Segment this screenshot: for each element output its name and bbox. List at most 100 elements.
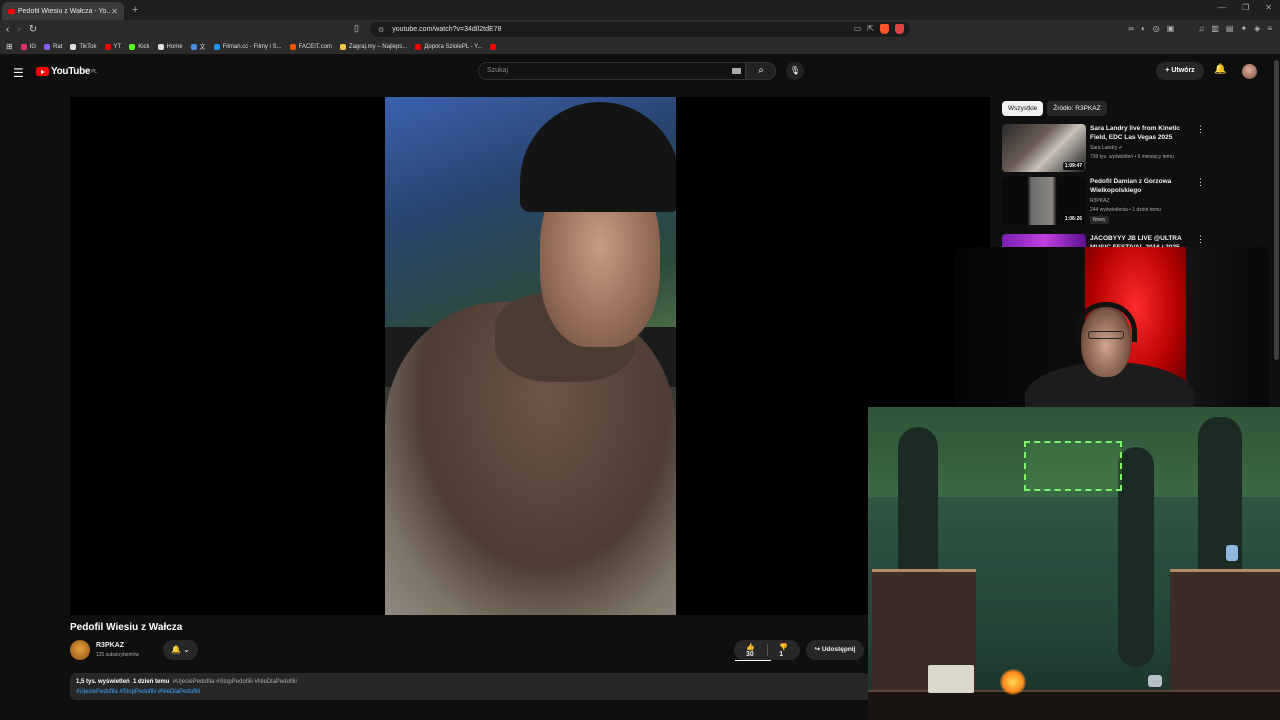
search-input[interactable]: Szukaj xyxy=(478,62,746,80)
green-selection-box xyxy=(1024,441,1122,491)
subscriber-count: 125 subskrybentów xyxy=(96,652,140,658)
mic-icon: 🎙 xyxy=(789,66,801,75)
tree-trunk xyxy=(1118,447,1154,667)
description-hashtags[interactable]: #UjeciePedofila #StopPedofilii #NieDlaPe… xyxy=(76,687,864,697)
video-frame xyxy=(385,97,676,615)
campfire xyxy=(1000,669,1026,695)
menu-icon[interactable]: ☰ xyxy=(13,66,24,80)
chip-source[interactable]: Źródło: R3PKAZ xyxy=(1047,101,1107,116)
forward-icon[interactable]: › xyxy=(17,24,20,35)
recommended-item[interactable]: 1:06:26 Pedofil Damian z Gorzowa Wielkop… xyxy=(1002,177,1272,225)
translate-icon[interactable]: ◐ xyxy=(1141,24,1146,33)
notification-button[interactable]: 🔔 ⌄ xyxy=(163,640,198,660)
bookmark-item[interactable]: Home xyxy=(157,43,183,50)
bookmark-item[interactable]: Zagraj.my – Najleps... xyxy=(339,43,407,50)
bookmark-favicon-icon xyxy=(213,43,220,50)
recommended-channel: Sara Landry ✔ xyxy=(1090,145,1123,151)
search-icon: ⌕ xyxy=(758,65,764,76)
maximize-icon[interactable]: ❐ xyxy=(1242,3,1249,12)
recommended-item[interactable]: 1:09:47 Sara Landry live from Kinetic Fi… xyxy=(1002,124,1272,172)
channel-name[interactable]: R3PKAZ xyxy=(96,642,124,649)
leo-icon[interactable]: ✦ xyxy=(1240,24,1247,33)
chip-all[interactable]: Wszystkie xyxy=(1002,101,1044,116)
browser-menu-icon[interactable]: ≡ xyxy=(1267,24,1272,33)
recommended-thumbnail[interactable]: 1:09:47 xyxy=(1002,124,1086,172)
channel-avatar[interactable] xyxy=(70,640,90,660)
extension-icon[interactable]: ∞ xyxy=(1128,24,1134,33)
close-window-icon[interactable]: ✕ xyxy=(1265,3,1272,12)
recommended-thumbnail[interactable]: 1:06:26 xyxy=(1002,177,1086,225)
music-icon[interactable]: ♫ xyxy=(1198,24,1204,33)
bookmark-favicon-icon xyxy=(129,43,136,50)
wallet-icon[interactable]: ▤ xyxy=(1226,24,1234,33)
like-underline xyxy=(735,660,771,661)
back-icon[interactable]: ‹ xyxy=(6,24,9,35)
share-button[interactable]: ↪ Udostępnij xyxy=(806,640,864,660)
search-button[interactable]: ⌕ xyxy=(746,62,776,80)
tab-bar: Pedofil Wiesiu z Wałcza - Yo... ✕ + — ❐ … xyxy=(0,0,1280,20)
verified-icon: ✔ xyxy=(1118,145,1123,151)
recommended-title[interactable]: Pedofil Damian z Gorzowa Wielkopolskiego xyxy=(1090,177,1190,195)
player-character xyxy=(1226,545,1238,561)
duration-badge: 1:09:47 xyxy=(1062,162,1084,170)
keyboard-icon[interactable] xyxy=(732,68,741,74)
bookmark-item[interactable]: FACEIT.com xyxy=(289,43,332,50)
minimize-icon[interactable]: — xyxy=(1218,3,1226,12)
cast-icon[interactable]: ▭ xyxy=(854,24,862,34)
apps-grid-icon[interactable]: ⊞ xyxy=(6,42,13,51)
voice-search-button[interactable]: 🎙 xyxy=(786,62,804,80)
sidebar-icon[interactable]: ▥ xyxy=(1211,24,1219,33)
bookmark-icon[interactable]: ▯ xyxy=(354,23,359,34)
chat-icon[interactable]: ◎ xyxy=(1153,24,1160,33)
bookmark-favicon-icon xyxy=(104,43,111,50)
youtube-logo[interactable]: YouTube PL xyxy=(36,66,97,77)
reload-icon[interactable]: ↻ xyxy=(29,24,37,35)
search-placeholder: Szukaj xyxy=(487,67,509,74)
vpn-icon[interactable]: ◈ xyxy=(1254,24,1260,33)
bell-icon[interactable]: 🔔 xyxy=(1214,64,1226,75)
omnibox-icons: ▭ ⇱ xyxy=(854,24,904,34)
bookmark-item[interactable]: IG xyxy=(20,43,36,50)
dislike-count: 1 xyxy=(779,650,784,658)
recommended-thumbnail[interactable] xyxy=(1002,234,1086,247)
bell-icon: 🔔 xyxy=(171,645,182,654)
site-info-icon[interactable]: ⚙ xyxy=(378,26,384,34)
description-hashtags-header: #UjeciePedofila #StopPedofilii #NieDlaPe… xyxy=(172,679,297,685)
share-page-icon[interactable]: ⇱ xyxy=(867,24,874,34)
bookmark-favicon-icon xyxy=(157,43,164,50)
webcam-overlay xyxy=(955,247,1269,424)
recommended-title[interactable]: Sara Landry live from Kinetic Field, EDC… xyxy=(1090,124,1190,142)
like-dislike-group: 👍 30 👎 1 xyxy=(734,640,800,660)
more-options-icon[interactable]: ⋮ xyxy=(1196,177,1205,188)
recommended-item[interactable]: JACOBYYY JB LIVE @ULTRA MUSIC FESTIVAL 2… xyxy=(1002,234,1272,247)
bookmark-item[interactable]: Дорога SzlolePL - Y... xyxy=(415,43,483,50)
bookmark-label: Дорога SzlolePL - Y... xyxy=(424,43,483,50)
dislike-button[interactable]: 👎 1 xyxy=(767,643,800,658)
bookmark-item[interactable]: 文 xyxy=(190,42,206,51)
bookmark-item[interactable]: Filman.cc - Filmy i S... xyxy=(213,43,282,50)
video-player[interactable] xyxy=(70,97,990,615)
screenshot-icon[interactable]: ▣ xyxy=(1167,24,1175,33)
bookmark-item[interactable] xyxy=(490,43,499,50)
brave-shields-icon[interactable] xyxy=(880,24,889,34)
description-box[interactable]: 1,5 tys. wyświetleń 1 dzień temu #Ujecie… xyxy=(70,673,870,700)
video-title: Pedofil Wiesiu z Wałcza xyxy=(70,622,183,633)
brave-rewards-icon[interactable] xyxy=(895,24,904,34)
tab-active[interactable]: Pedofil Wiesiu z Wałcza - Yo... ✕ xyxy=(2,2,124,20)
bookmark-item[interactable]: Kick xyxy=(129,43,150,50)
close-tab-icon[interactable]: ✕ xyxy=(111,7,118,16)
url-field[interactable]: ⚙ youtube.com/watch?v=34dIl2tdE78 ▭ ⇱ xyxy=(370,22,910,37)
more-options-icon[interactable]: ⋮ xyxy=(1196,124,1205,135)
new-tab-icon[interactable]: + xyxy=(132,4,138,16)
avatar[interactable] xyxy=(1242,64,1257,79)
more-options-icon[interactable]: ⋮ xyxy=(1196,234,1205,245)
bookmark-item[interactable]: Rat xyxy=(44,43,62,50)
create-button[interactable]: + Utwórz xyxy=(1156,62,1204,80)
recommended-title[interactable]: JACOBYYY JB LIVE @ULTRA MUSIC FESTIVAL 2… xyxy=(1090,234,1190,247)
tab-title: Pedofil Wiesiu z Wałcza - Yo... xyxy=(18,7,112,15)
page-scrollbar[interactable] xyxy=(1274,60,1279,360)
like-button[interactable]: 👍 30 xyxy=(734,643,767,658)
bookmark-item[interactable]: YT xyxy=(104,43,121,50)
bookmark-label: Home xyxy=(166,43,183,50)
bookmark-item[interactable]: TikTok xyxy=(70,43,97,50)
